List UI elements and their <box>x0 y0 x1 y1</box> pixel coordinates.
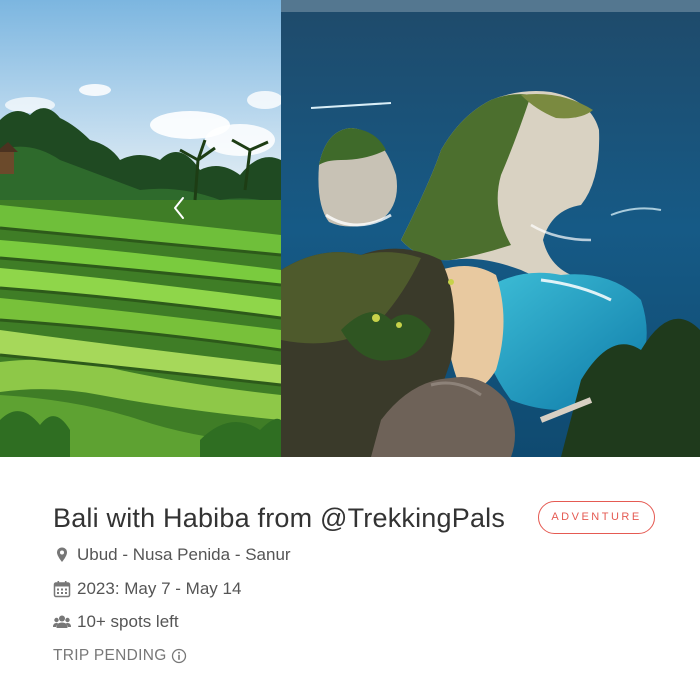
coastal-cliffs-photo <box>281 0 700 457</box>
calendar-icon <box>53 580 71 598</box>
location-text: Ubud - Nusa Penida - Sanur <box>77 545 291 564</box>
users-icon <box>53 613 71 631</box>
trip-status: TRIP PENDING <box>53 646 353 668</box>
info-icon[interactable] <box>171 648 187 664</box>
dates-text: 2023: May 7 - May 14 <box>77 579 242 598</box>
dates-row: 2023: May 7 - May 14 <box>53 578 553 602</box>
rice-terraces-photo <box>0 0 281 457</box>
status-text: TRIP PENDING <box>53 647 167 664</box>
trip-card: Bali with Habiba from @TrekkingPals ADVE… <box>0 457 700 688</box>
trip-title[interactable]: Bali with Habiba from @TrekkingPals <box>53 501 505 535</box>
map-pin-icon <box>53 546 71 564</box>
spots-text: 10+ spots left <box>77 612 179 631</box>
chevron-left-icon[interactable] <box>168 192 190 224</box>
photo-gallery[interactable] <box>0 0 700 457</box>
location-row: Ubud - Nusa Penida - Sanur <box>53 544 553 568</box>
category-tag[interactable]: ADVENTURE <box>538 501 655 534</box>
spots-row: 10+ spots left <box>53 611 553 635</box>
title-row: Bali with Habiba from @TrekkingPals ADVE… <box>53 501 663 541</box>
